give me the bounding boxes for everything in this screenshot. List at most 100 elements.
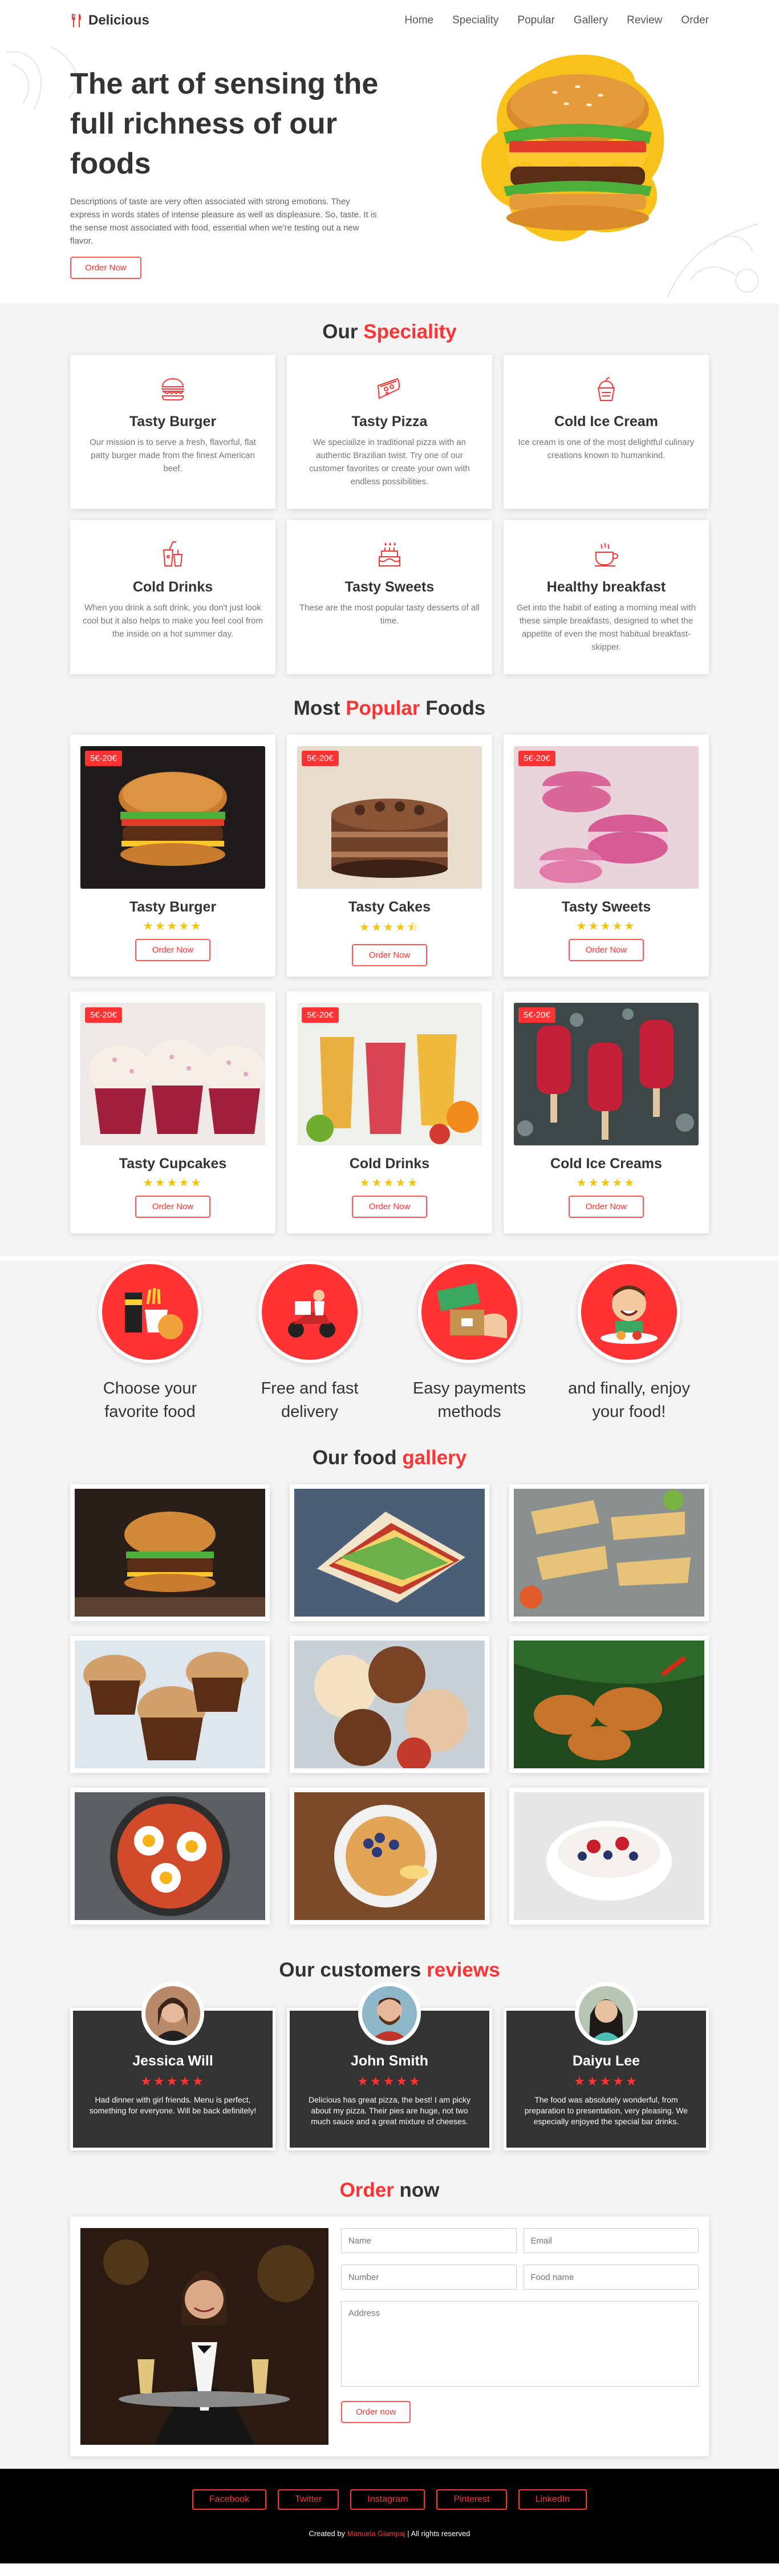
rating-stars: ★★★★★ [576, 1177, 636, 1189]
facebook-link[interactable]: Facebook [192, 2489, 267, 2510]
pizza-icon [377, 378, 400, 399]
reviews-section: Our customers reviews Jessica Will ★★★★★… [0, 1959, 779, 2179]
order-now-button[interactable]: Order Now [135, 939, 211, 961]
nav-gallery[interactable]: Gallery [574, 14, 608, 27]
gallery-title: Our food gallery [312, 1447, 467, 1469]
price-badge: 5€-20€ [302, 751, 339, 766]
cutlery-icon [72, 14, 81, 27]
price-badge: 5€-20€ [518, 1007, 555, 1023]
drinks-icon [163, 541, 183, 566]
address-textarea[interactable] [341, 2301, 699, 2387]
food-card: 5€-20€ Cold Drinks ★★★★★ Order Now [287, 991, 492, 1233]
food-card: 5€-20€ Cold Ice Creams ★★★★★ Order Now [504, 991, 709, 1233]
gallery-image-yogurt[interactable] [509, 1788, 709, 1925]
price-badge: 5€-20€ [85, 751, 122, 766]
gallery-image-burger[interactable] [70, 1484, 270, 1621]
food-image-burger: 5€-20€ [80, 746, 265, 889]
order-submit-button[interactable]: Order now [341, 2401, 411, 2423]
happy-eater-icon [601, 1285, 658, 1344]
rating-stars: ★★★★★ [357, 2074, 422, 2088]
pinterest-link[interactable]: Pinterest [436, 2489, 507, 2510]
price-badge: 5€-20€ [85, 1007, 122, 1023]
hero-title: The art of sensing the full richness of … [70, 67, 379, 180]
popular-section: Most Popular Foods 5€-20€ Tasty Burger ★… [0, 697, 779, 1256]
burger-icon [161, 378, 185, 400]
rating-stars: ★★★★★ [359, 1177, 420, 1189]
order-title: Order now [339, 2179, 440, 2201]
fast-food-icon [125, 1287, 183, 1339]
nav-home[interactable]: Home [404, 14, 433, 27]
cake-icon [379, 541, 400, 566]
food-card: 5€-20€ Tasty Cupcakes ★★★★★ Order Now [70, 991, 275, 1233]
food-image-drinks: 5€-20€ [297, 1003, 482, 1145]
rating-stars: ★★★★★ [143, 1177, 203, 1189]
speciality-card: Tasty Burger Our mission is to serve a f… [70, 355, 275, 509]
price-badge: 5€-20€ [518, 751, 555, 766]
steps-section: Choose your favorite food Free and fast de… [0, 1261, 779, 1447]
order-now-button[interactable]: Order Now [135, 1196, 211, 1218]
step-enjoy: and finally, enjoy your food! [549, 1261, 709, 1424]
delivery-scooter-icon [288, 1290, 335, 1338]
speciality-title: Our Speciality [322, 321, 457, 343]
linkedin-link[interactable]: LinkedIn [518, 2489, 587, 2510]
food-image-macarons: 5€-20€ [514, 746, 699, 889]
hero-burger-image [481, 54, 664, 241]
name-input[interactable] [341, 2228, 517, 2253]
footer-credit: Created by Manuela Giampaj | All rights … [309, 2529, 470, 2538]
gallery-image-fried-chicken[interactable] [509, 1636, 709, 1773]
gallery-image-sandwich[interactable] [290, 1484, 489, 1621]
gallery-image-ice-cream[interactable] [290, 1636, 489, 1773]
nav-review[interactable]: Review [627, 14, 662, 27]
order-now-button[interactable]: Order Now [568, 939, 644, 961]
gallery-image-wraps[interactable] [509, 1484, 709, 1621]
avatar [141, 1982, 204, 2045]
speciality-card: Cold Drinks When you drink a soft drink,… [70, 520, 275, 674]
rating-stars: ★★★★★ [576, 920, 636, 933]
order-now-button[interactable]: Order Now [351, 944, 428, 966]
number-input[interactable] [341, 2265, 517, 2290]
coffee-cup-icon [595, 542, 618, 566]
order-now-button[interactable]: Order Now [351, 1196, 428, 1218]
hero-order-button[interactable]: Order Now [70, 257, 141, 279]
gallery-image-pancakes[interactable] [290, 1788, 489, 1925]
email-input[interactable] [523, 2228, 699, 2253]
logo-text: Delicious [88, 13, 149, 28]
speciality-card: Healthy breakfast Get into the habit of … [504, 520, 709, 674]
twitter-link[interactable]: Twitter [278, 2489, 339, 2510]
nav-order[interactable]: Order [681, 14, 709, 27]
nav-popular[interactable]: Popular [517, 14, 555, 27]
food-card: 5€-20€ Tasty Burger ★★★★★ Order Now [70, 735, 275, 977]
header: Delicious Home Speciality Popular Galler… [70, 0, 709, 41]
order-now-button[interactable]: Order Now [568, 1196, 644, 1218]
hero-section: The art of sensing the full richness of … [0, 41, 779, 303]
logo[interactable]: Delicious [70, 13, 149, 29]
rating-stars: ★★★★★ [574, 2074, 639, 2088]
review-card: Jessica Will ★★★★★ Had dinner with girl … [70, 1982, 275, 2150]
review-card: Daiyu Lee ★★★★★ The food was absolutely … [504, 1982, 709, 2150]
step-choose-food: Choose your favorite food [70, 1261, 230, 1424]
hero-description: Descriptions of taste are very often ass… [70, 197, 377, 246]
price-badge: 5€-20€ [302, 1007, 339, 1023]
gallery-image-muffins[interactable] [70, 1636, 270, 1773]
food-card: 5€-20€ Tasty Sweets ★★★★★ Order Now [504, 735, 709, 977]
order-form: Order now [341, 2228, 699, 2445]
food-name-input[interactable] [523, 2265, 699, 2290]
order-section: Order now Order now [0, 2179, 779, 2469]
food-image-cupcakes: 5€-20€ [80, 1003, 265, 1145]
rating-stars: ★★★★★ [140, 2074, 205, 2088]
rating-stars: ★★★★⯪ [359, 921, 420, 934]
reviews-title: Our customers reviews [279, 1959, 500, 1981]
gallery-image-eggs-pan[interactable] [70, 1788, 270, 1925]
payment-cash-icon [437, 1283, 507, 1338]
speciality-card: Tasty Pizza We specialize in traditional… [287, 355, 492, 509]
nav-speciality[interactable]: Speciality [452, 14, 498, 27]
main-nav: Home Speciality Popular Gallery Review O… [404, 14, 709, 27]
avatar [358, 1982, 421, 2045]
ice-cream-icon [597, 377, 615, 401]
speciality-card: Tasty Sweets These are the most popular … [287, 520, 492, 674]
avatar [575, 1982, 638, 2045]
instagram-link[interactable]: Instagram [350, 2489, 425, 2510]
waitress-photo [80, 2228, 328, 2445]
step-delivery: Free and fast delivery [230, 1261, 390, 1424]
rating-stars: ★★★★★ [143, 920, 203, 933]
